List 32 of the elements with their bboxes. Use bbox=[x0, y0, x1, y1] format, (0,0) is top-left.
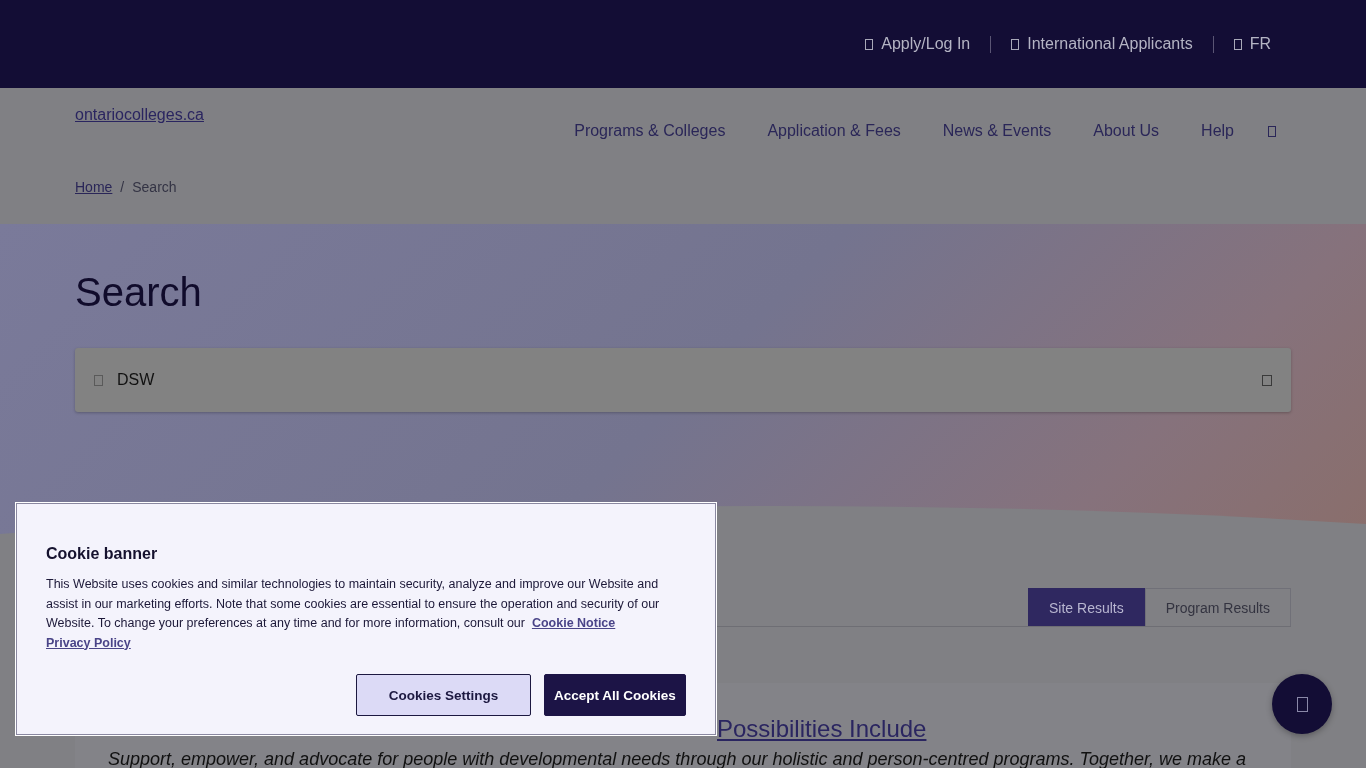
result-tab[interactable]: Site Results bbox=[1028, 588, 1145, 626]
missing-glyph-icon bbox=[865, 38, 874, 50]
nav-link[interactable]: About Us bbox=[1093, 122, 1160, 140]
result-tab[interactable]: Program Results bbox=[1144, 588, 1291, 626]
breadcrumb-link[interactable]: Home bbox=[75, 179, 113, 195]
nav-link[interactable]: News & Events bbox=[942, 122, 1052, 140]
top-link[interactable]: Apply/Log In bbox=[865, 35, 971, 53]
missing-glyph-icon bbox=[1296, 696, 1308, 712]
top-link[interactable]: FR bbox=[1233, 35, 1271, 53]
policy-link[interactable]: Privacy Policy bbox=[46, 635, 131, 650]
accept-button[interactable]: Accept All Cookies bbox=[544, 674, 686, 716]
policy-link[interactable]: Cookie Notice bbox=[531, 616, 616, 630]
missing-glyph-icon bbox=[1011, 38, 1020, 50]
breadcrumb-text: Search bbox=[132, 179, 177, 195]
banner-title: Cookie banner bbox=[46, 545, 159, 563]
result-title-link[interactable]: Possibilities Include bbox=[717, 715, 927, 743]
nav-link[interactable]: Application & Fees bbox=[767, 122, 901, 140]
chat-button[interactable] bbox=[1272, 674, 1332, 734]
logo-link[interactable]: ontariocolleges.ca bbox=[75, 106, 204, 124]
search-field[interactable]: DSW bbox=[75, 348, 1291, 412]
missing-glyph-icon bbox=[94, 374, 103, 386]
result-description: Support, empower, and advocate for people with developmental needs through our holistic and person-centred programs. Together, we make a bbox=[108, 749, 1248, 768]
top-link[interactable]: International Applicants bbox=[1011, 35, 1193, 53]
nav-link[interactable]: Help bbox=[1201, 122, 1234, 140]
banner-text: This Website uses cookies and similar technologies to maintain security, analyze and improve our Website and assist in our marketing efforts. Note that some cookies are essential to ensure the operation and security of our Website. To change your preferences at any time and for more information, consult our Cookie Notice Privacy Policy bbox=[46, 576, 661, 652]
missing-glyph-icon[interactable] bbox=[1262, 374, 1272, 386]
nav-link[interactable]: Programs & Colleges bbox=[574, 122, 726, 140]
missing-glyph-icon bbox=[1233, 38, 1242, 50]
settings-button[interactable]: Cookies Settings bbox=[356, 674, 531, 716]
page-title: Search bbox=[75, 269, 203, 316]
breadcrumb-separator: / bbox=[120, 179, 125, 195]
missing-glyph-icon[interactable] bbox=[1268, 125, 1276, 137]
